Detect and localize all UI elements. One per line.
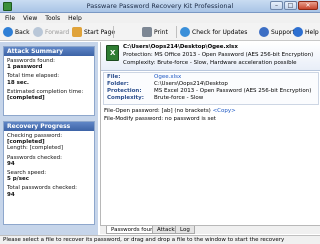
- forward-label: Forward: [45, 28, 70, 36]
- toolbar-separator: [176, 26, 177, 38]
- start-page-label: Start Page: [84, 28, 116, 36]
- window-controls: – □ ✕: [270, 1, 318, 10]
- complexity-label: Complexity:: [107, 95, 144, 101]
- file-header: C:\Users\Oops214\Desktop\Ogee.xlsx Prote…: [101, 42, 320, 71]
- menu-help[interactable]: Help: [68, 15, 82, 22]
- forward-arrow-icon: [33, 27, 43, 37]
- recovery-progress-title: Recovery Progress: [4, 122, 94, 131]
- header-protection: Protection: MS Office 2013 - Open Passwo…: [123, 52, 314, 58]
- close-button[interactable]: ✕: [298, 1, 318, 10]
- menu-tools[interactable]: Tools: [45, 15, 60, 22]
- help-label: Help: [305, 28, 319, 36]
- recovery-progress-panel: Recovery Progress Checking password: [co…: [3, 121, 95, 225]
- globe-icon: [180, 27, 190, 37]
- menu-file[interactable]: File: [5, 15, 15, 22]
- back-arrow-icon: [3, 27, 13, 37]
- home-icon: [72, 27, 82, 37]
- folder-label: Folder:: [107, 81, 129, 87]
- attack-summary-title: Attack Summary: [4, 47, 94, 56]
- protection-value: MS Excel 2013 - Open Password (AES 256-b…: [154, 88, 312, 94]
- back-button[interactable]: Back: [3, 25, 30, 39]
- file-details-box: File: Ogee.xlsx Folder: C:\Users\Oops214…: [103, 72, 319, 105]
- file-path: C:\Users\Oops214\Desktop\Ogee.xlsx: [123, 44, 238, 50]
- main-content: C:\Users\Oops214\Desktop\Ogee.xlsx Prote…: [100, 42, 320, 225]
- title-bar: Passware Password Recovery Kit Professio…: [0, 0, 320, 13]
- print-label: Print: [154, 28, 168, 36]
- toolbar-separator: [113, 26, 114, 38]
- support-label: Support: [271, 28, 295, 36]
- excel-file-icon: [106, 45, 119, 61]
- copy-link[interactable]: <Copy>: [213, 108, 236, 114]
- check-updates-label: Check for Updates: [192, 28, 248, 36]
- support-button[interactable]: Support: [259, 25, 295, 39]
- file-label: File:: [107, 74, 121, 80]
- back-label: Back: [15, 28, 30, 36]
- menu-view[interactable]: View: [23, 15, 37, 22]
- help-button[interactable]: Help: [293, 25, 319, 39]
- protection-label: Protection:: [107, 88, 142, 94]
- print-button[interactable]: Print: [142, 25, 168, 39]
- total-checked-value: 94: [7, 191, 15, 198]
- help-icon: [293, 27, 303, 37]
- open-password-text: File-Open password: [ab] (no brackets): [104, 108, 211, 114]
- check-updates-button[interactable]: Check for Updates: [180, 25, 247, 39]
- menu-bar: File View Tools Help: [0, 13, 320, 23]
- printer-icon: [142, 27, 152, 37]
- forward-button[interactable]: Forward: [33, 25, 69, 39]
- support-icon: [259, 27, 269, 37]
- toolbar: Back Forward Start Page Print Check for …: [0, 23, 320, 41]
- details-view: File: Ogee.xlsx Folder: C:\Users\Oops214…: [101, 72, 320, 225]
- open-password-line: File-Open password: [ab] (no brackets) <…: [104, 108, 236, 114]
- attack-summary-panel: Attack Summary Passwords found: 1 passwo…: [3, 46, 95, 116]
- status-bar: Please select a file to recover its pass…: [0, 235, 320, 244]
- folder-value: C:\Users\Oops214\Desktop: [154, 81, 228, 87]
- file-value[interactable]: Ogee.xlsx: [154, 74, 181, 80]
- est-completion-value: [completed]: [7, 95, 45, 102]
- bottom-tabs: Passwords found Attacks Log: [100, 225, 320, 234]
- modify-password-line: File-Modify password: no password is set: [104, 116, 216, 122]
- sidebar: Attack Summary Passwords found: 1 passwo…: [0, 42, 98, 235]
- maximize-button[interactable]: □: [284, 1, 297, 10]
- minimize-button[interactable]: –: [270, 1, 283, 10]
- complexity-value: Brute-force - Slow: [154, 95, 204, 101]
- start-page-button[interactable]: Start Page: [72, 25, 115, 39]
- header-complexity: Complexity: Brute-force - Slow, Hardware…: [123, 60, 297, 66]
- tab-log[interactable]: Log: [175, 226, 195, 234]
